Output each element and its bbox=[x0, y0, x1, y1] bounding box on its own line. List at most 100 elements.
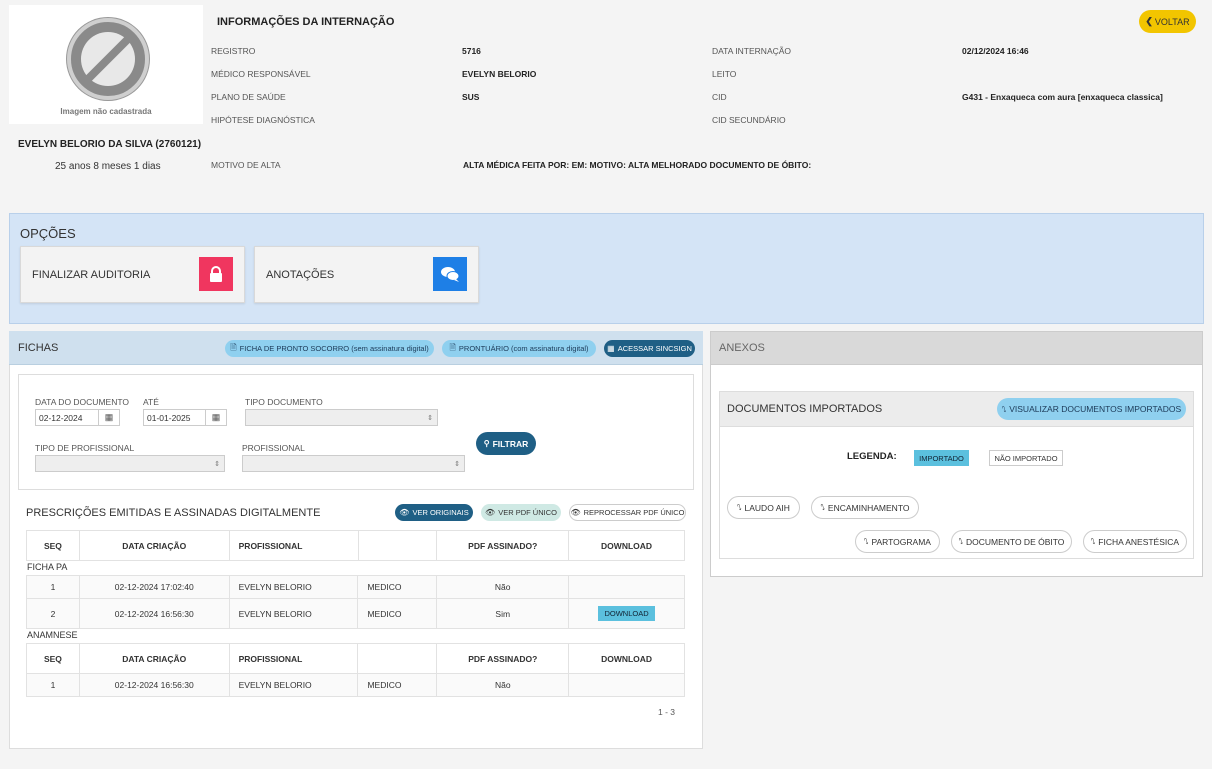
finalizar-auditoria-card[interactable]: FINALIZAR AUDITORIA bbox=[20, 246, 245, 303]
cell-prof: EVELYN BELORIO bbox=[228, 598, 359, 629]
leito-label: LEITO bbox=[712, 69, 737, 79]
visualizar-documentos-button[interactable]: ⭛ VISUALIZAR DOCUMENTOS IMPORTADOS bbox=[997, 398, 1186, 420]
calendar-icon[interactable]: ▦ bbox=[205, 409, 227, 426]
back-button-label: VOLTAR bbox=[1154, 16, 1190, 27]
prontuario-label: PRONTUÁRIO (com assinatura digital) bbox=[458, 344, 589, 353]
download-button[interactable]: DOWNLOAD bbox=[598, 606, 655, 621]
legenda-label: LEGENDA: bbox=[847, 451, 897, 462]
data-documento-label: DATA DO DOCUMENTO bbox=[35, 397, 129, 407]
col-seq: SEQ bbox=[26, 643, 80, 674]
lock-icon bbox=[199, 257, 233, 291]
tipo-documento-select[interactable]: ⇕ bbox=[245, 409, 438, 426]
data-internacao-label: DATA INTERNAÇÃO bbox=[712, 46, 792, 56]
plano-label: PLANO DE SAÚDE bbox=[211, 92, 286, 102]
partograma-button[interactable]: ⭛ PARTOGRAMA bbox=[855, 530, 940, 553]
col-profissional: PROFISSIONAL bbox=[228, 530, 359, 561]
cell-data: 02-12-2024 16:56:30 bbox=[78, 673, 230, 697]
cell-data: 02-12-2024 16:56:30 bbox=[78, 598, 230, 629]
photo-caption: Imagem não cadastrada bbox=[60, 107, 152, 116]
patient-name: EVELYN BELORIO DA SILVA (2760121) bbox=[18, 139, 202, 150]
cid-label: CID bbox=[712, 92, 727, 102]
select-arrows-icon: ⇕ bbox=[214, 460, 220, 468]
anotacoes-label: ANOTAÇÕES bbox=[266, 269, 335, 281]
hipotese-label: HIPÓTESE DIAGNÓSTICA bbox=[211, 115, 315, 125]
col-download: DOWNLOAD bbox=[568, 530, 685, 561]
registro-value: 5716 bbox=[462, 46, 481, 56]
ate-label: ATÉ bbox=[143, 397, 159, 407]
encaminhamento-label: ENCAMINHAMENTO bbox=[827, 502, 910, 513]
upload-icon: ⭛ bbox=[1001, 404, 1007, 414]
finalizar-auditoria-label: FINALIZAR AUDITORIA bbox=[32, 269, 151, 281]
cell-tipo: MEDICO bbox=[357, 673, 438, 697]
data-documento-input[interactable]: 02-12-2024 bbox=[35, 409, 99, 426]
file-pdf-icon: 🗎 bbox=[449, 342, 456, 352]
anamnese-table: SEQ DATA CRIAÇÃO PROFISSIONAL PDF ASSINA… bbox=[26, 643, 685, 697]
back-button[interactable]: ❮ VOLTAR bbox=[1139, 10, 1196, 33]
acessar-sincsign-label: ACESSAR SINCSIGN bbox=[617, 344, 692, 353]
laudo-aih-label: LAUDO AIH bbox=[744, 502, 790, 513]
encaminhamento-button[interactable]: ⭛ ENCAMINHAMENTO bbox=[811, 496, 919, 519]
col-profissional: PROFISSIONAL bbox=[228, 643, 359, 674]
col-tipo bbox=[357, 643, 438, 674]
patient-photo: Imagem não cadastrada bbox=[9, 5, 203, 124]
group-ficha-pa: FICHA PA bbox=[27, 562, 68, 572]
filter-box bbox=[18, 374, 694, 490]
motivo-alta-value: ALTA MÉDICA FEITA POR: EM: MOTIVO: ALTA … bbox=[463, 160, 812, 170]
cell-prof: EVELYN BELORIO bbox=[228, 673, 359, 697]
cell-seq: 1 bbox=[26, 673, 80, 697]
eye-icon: 👁 bbox=[570, 508, 581, 517]
prescricoes-title: PRESCRIÇÕES EMITIDAS E ASSINADAS DIGITAL… bbox=[26, 507, 321, 519]
comments-icon bbox=[433, 257, 467, 291]
table-row: 1 02-12-2024 17:02:40 EVELYN BELORIO MED… bbox=[26, 575, 685, 599]
cell-seq: 2 bbox=[26, 598, 80, 629]
acessar-sincsign-button[interactable]: ▦ ACESSAR SINCSIGN bbox=[604, 340, 695, 357]
cid-value: G431 - Enxaqueca com aura [enxaqueca cla… bbox=[962, 92, 1163, 102]
docimp-title: DOCUMENTOS IMPORTADOS bbox=[727, 403, 883, 415]
eye-icon: 👁 bbox=[399, 508, 410, 517]
plano-value: SUS bbox=[462, 92, 480, 102]
cell-seq: 1 bbox=[26, 575, 80, 599]
reprocessar-pdf-label: REPROCESSAR PDF ÚNICO bbox=[583, 508, 685, 517]
filtrar-button[interactable]: ⚲ FILTRAR bbox=[476, 432, 536, 455]
profissional-select[interactable]: ⇕ bbox=[242, 455, 465, 472]
fichas-title: FICHAS bbox=[18, 342, 59, 354]
col-tipo bbox=[357, 530, 438, 561]
visualizar-documentos-label: VISUALIZAR DOCUMENTOS IMPORTADOS bbox=[1009, 404, 1182, 414]
table-row: 2 02-12-2024 16:56:30 EVELYN BELORIO MED… bbox=[26, 598, 685, 629]
cell-pdf: Sim bbox=[436, 598, 570, 629]
cell-download bbox=[568, 673, 685, 697]
ficha-pronto-socorro-button[interactable]: 🗎 FICHA DE PRONTO SOCORRO (sem assinatur… bbox=[225, 340, 434, 357]
upload-icon: ⭛ bbox=[820, 503, 825, 512]
upload-icon: ⭛ bbox=[1090, 537, 1096, 546]
profissional-label: PROFISSIONAL bbox=[242, 443, 305, 453]
ver-pdf-unico-label: VER PDF ÚNICO bbox=[498, 508, 557, 517]
documento-obito-button[interactable]: ⭛ DOCUMENTO DE ÓBITO bbox=[951, 530, 1072, 553]
anotacoes-card[interactable]: ANOTAÇÕES bbox=[254, 246, 479, 303]
options-title: OPÇÕES bbox=[20, 226, 76, 241]
upload-icon: ⭛ bbox=[864, 537, 869, 546]
motivo-alta-label: MOTIVO DE ALTA bbox=[211, 160, 281, 170]
tipo-documento-label: TIPO DOCUMENTO bbox=[245, 397, 323, 407]
ver-originais-button[interactable]: 👁 VER ORIGINAIS bbox=[395, 504, 473, 521]
ver-pdf-unico-button[interactable]: 👁 VER PDF ÚNICO bbox=[481, 504, 561, 521]
eye-icon: 👁 bbox=[485, 508, 496, 517]
ate-input[interactable]: 01-01-2025 bbox=[143, 409, 206, 426]
reprocessar-pdf-button[interactable]: 👁 REPROCESSAR PDF ÚNICO bbox=[569, 504, 686, 521]
cell-tipo: MEDICO bbox=[357, 598, 438, 629]
upload-icon: ⭛ bbox=[958, 537, 963, 546]
calendar-icon[interactable]: ▦ bbox=[98, 409, 120, 426]
anexos-title: ANEXOS bbox=[719, 342, 765, 354]
ficha-anestesica-button[interactable]: ⭛ FICHA ANESTÉSICA bbox=[1083, 530, 1187, 553]
col-download: DOWNLOAD bbox=[568, 643, 685, 674]
cid-secundario-label: CID SECUNDÁRIO bbox=[712, 115, 786, 125]
partograma-label: PARTOGRAMA bbox=[871, 536, 931, 547]
col-pdf-assinado: PDF ASSINADO? bbox=[436, 530, 570, 561]
col-data-criacao: DATA CRIAÇÃO bbox=[78, 530, 230, 561]
group-anamnese: ANAMNESE bbox=[27, 630, 78, 640]
qrcode-icon: ▦ bbox=[607, 344, 615, 353]
tipo-profissional-select[interactable]: ⇕ bbox=[35, 455, 225, 472]
laudo-aih-button[interactable]: ⭛ LAUDO AIH bbox=[727, 496, 800, 519]
ver-originais-label: VER ORIGINAIS bbox=[412, 508, 469, 517]
prontuario-button[interactable]: 🗎 PRONTUÁRIO (com assinatura digital) bbox=[442, 340, 596, 357]
col-pdf-assinado: PDF ASSINADO? bbox=[436, 643, 570, 674]
